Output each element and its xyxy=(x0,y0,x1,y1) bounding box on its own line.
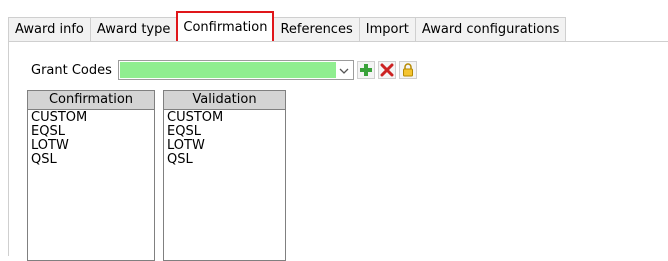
confirmation-list-box: Confirmation CUSTOM EQSL LOTW QSL xyxy=(27,90,155,261)
list-item[interactable]: QSL xyxy=(167,153,282,167)
tab-award-configurations[interactable]: Award configurations xyxy=(414,17,567,41)
x-icon xyxy=(380,63,394,77)
list-item[interactable]: QSL xyxy=(31,153,151,167)
plus-icon xyxy=(359,64,372,76)
confirmation-panel: Grant Codes Confirmation CUSTOM EQSL LOT… xyxy=(8,41,668,261)
list-item[interactable]: CUSTOM xyxy=(167,111,282,125)
list-item[interactable]: LOTW xyxy=(31,139,151,153)
list-item[interactable]: LOTW xyxy=(167,139,282,153)
grant-codes-row: Grant Codes xyxy=(31,60,417,80)
validation-header: Validation xyxy=(163,90,286,110)
lock-icon xyxy=(402,63,413,77)
grant-codes-combobox[interactable] xyxy=(117,60,354,80)
list-item[interactable]: CUSTOM xyxy=(31,111,151,125)
confirmation-header: Confirmation xyxy=(27,90,155,110)
tab-award-type[interactable]: Award type xyxy=(89,17,178,41)
validation-list-box: Validation CUSTOM EQSL LOTW QSL xyxy=(163,90,286,261)
tab-import[interactable]: Import xyxy=(358,17,416,41)
delete-button[interactable] xyxy=(377,61,396,79)
list-item[interactable]: EQSL xyxy=(167,125,282,139)
tab-confirmation[interactable]: Confirmation xyxy=(176,11,275,41)
grant-codes-label: Grant Codes xyxy=(31,62,112,78)
confirmation-list[interactable]: CUSTOM EQSL LOTW QSL xyxy=(27,110,155,261)
lock-button[interactable] xyxy=(398,61,417,79)
list-item[interactable]: EQSL xyxy=(31,125,151,139)
tab-references[interactable]: References xyxy=(273,17,360,41)
chevron-down-icon[interactable] xyxy=(336,64,352,77)
tab-award-info[interactable]: Award info xyxy=(8,17,91,41)
tab-bar: Award info Award type Confirmation Refer… xyxy=(8,11,567,41)
validation-list[interactable]: CUSTOM EQSL LOTW QSL xyxy=(163,110,286,261)
add-button[interactable] xyxy=(356,61,375,79)
grant-codes-value xyxy=(119,62,336,78)
